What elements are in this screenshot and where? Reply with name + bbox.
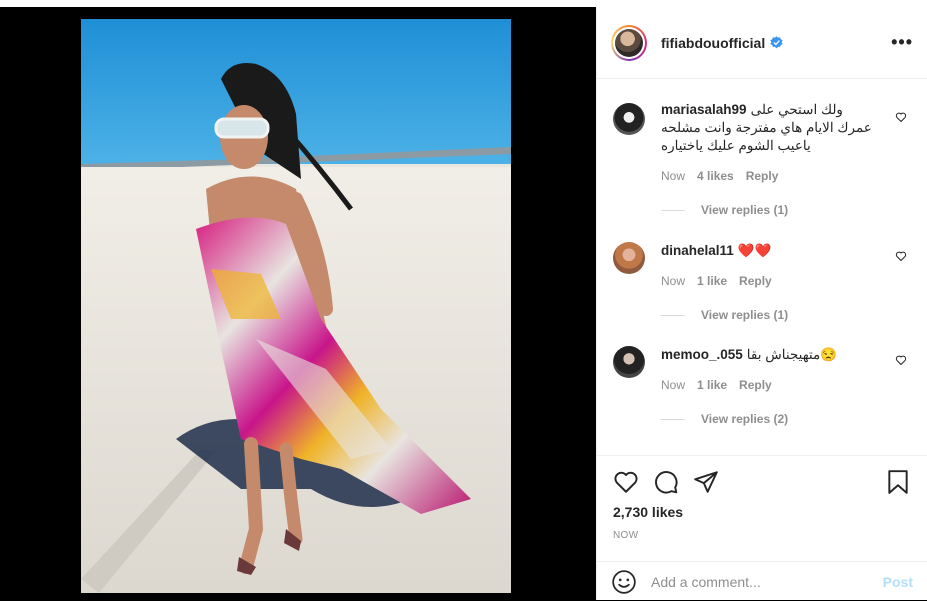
view-replies-button[interactable]: View replies (1) (661, 203, 913, 217)
comment-likes[interactable]: 1 like (697, 376, 727, 394)
likes-count[interactable]: 2,730 likes (613, 504, 911, 520)
comment-text: ❤️❤️ (737, 243, 772, 258)
comment-likes[interactable]: 1 like (697, 272, 727, 290)
share-paper-plane-icon[interactable] (693, 469, 719, 495)
post-details-panel: fifiabdouofficial ••• mariasalah99 ولك اس… (596, 7, 927, 600)
commenter-avatar[interactable] (613, 346, 645, 378)
replies-divider (661, 209, 685, 211)
comment-username[interactable]: memoo_.055 (661, 347, 743, 362)
more-options-button[interactable]: ••• (891, 32, 913, 53)
comment-item: mariasalah99 ولك استحي على عمرك الايام ها… (597, 101, 927, 217)
post-media-area (0, 7, 596, 600)
comment-bubble-icon[interactable] (653, 469, 679, 495)
post-photo[interactable] (81, 19, 511, 593)
comment-item: memoo_.055 متهيجناش بقا😒 Now 1 like Reply… (597, 346, 927, 426)
view-replies-button[interactable]: View replies (2) (661, 412, 913, 426)
emoji-icon[interactable] (611, 569, 637, 595)
reply-button[interactable]: Reply (739, 272, 772, 290)
author-avatar-image (615, 28, 643, 57)
post-timestamp: NOW (613, 530, 639, 541)
author-username[interactable]: fifiabdouofficial (661, 35, 765, 51)
comment-meta: Now 4 likes Reply (661, 167, 879, 185)
comment-time: Now (661, 274, 686, 288)
comment-body: dinahelal11 ❤️❤️ Now 1 like Reply (661, 242, 879, 290)
comment-likes[interactable]: 4 likes (697, 167, 734, 185)
replies-divider (661, 314, 685, 316)
save-bookmark-icon[interactable] (885, 469, 911, 495)
like-comment-heart-icon[interactable] (895, 111, 907, 123)
comment-composer: Add a comment... Post (597, 561, 927, 601)
comment-username[interactable]: mariasalah99 (661, 102, 747, 117)
post-comment-button[interactable]: Post (883, 574, 913, 590)
view-replies-label: View replies (1) (701, 203, 789, 217)
replies-divider (661, 418, 685, 420)
post-actions: 2,730 likes NOW (597, 455, 927, 541)
top-strip (0, 0, 927, 7)
comment-username[interactable]: dinahelal11 (661, 243, 734, 258)
like-comment-heart-icon[interactable] (895, 354, 907, 366)
commenter-avatar[interactable] (613, 103, 645, 135)
like-heart-icon[interactable] (613, 469, 639, 495)
comment-item: dinahelal11 ❤️❤️ Now 1 like Reply View re… (597, 242, 927, 322)
comment-time: Now (661, 378, 686, 392)
view-replies-label: View replies (2) (701, 412, 789, 426)
add-comment-input[interactable]: Add a comment... (651, 574, 883, 590)
view-replies-label: View replies (1) (701, 308, 789, 322)
comment-body: memoo_.055 متهيجناش بقا😒 Now 1 like Reply (661, 346, 879, 394)
comment-meta: Now 1 like Reply (661, 376, 879, 394)
comment-meta: Now 1 like Reply (661, 272, 879, 290)
comment-body: mariasalah99 ولك استحي على عمرك الايام ها… (661, 101, 879, 185)
reply-button[interactable]: Reply (746, 167, 779, 185)
view-replies-button[interactable]: View replies (1) (661, 308, 913, 322)
comments-list: mariasalah99 ولك استحي على عمرك الايام ها… (597, 79, 927, 455)
action-icons-row (613, 456, 911, 508)
commenter-avatar[interactable] (613, 242, 645, 274)
reply-button[interactable]: Reply (739, 376, 772, 394)
like-comment-heart-icon[interactable] (895, 250, 907, 262)
post-header: fifiabdouofficial ••• (597, 7, 927, 79)
comment-time: Now (661, 169, 686, 183)
verified-badge-icon (770, 36, 783, 49)
comment-text: متهيجناش بقا😒 (746, 347, 838, 362)
author-avatar[interactable] (611, 24, 647, 61)
